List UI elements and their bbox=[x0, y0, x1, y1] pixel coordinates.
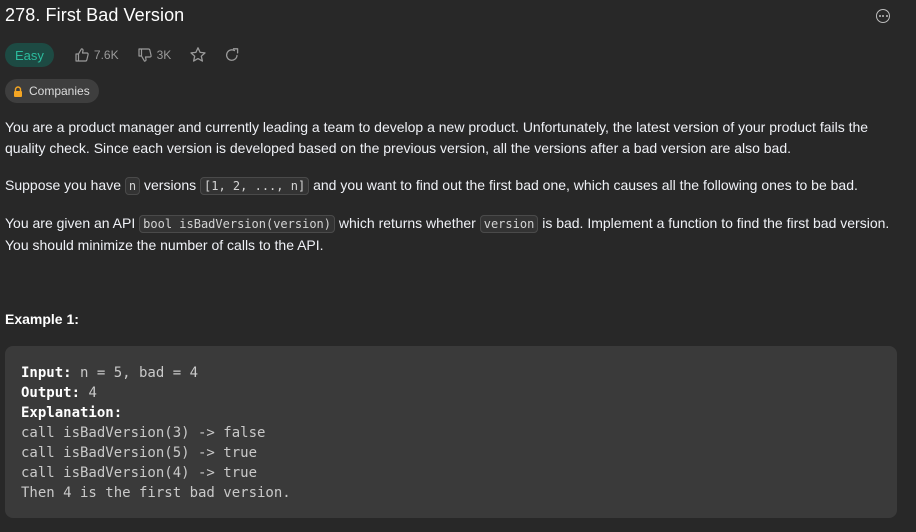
inline-code: version bbox=[479, 215, 539, 233]
more-icon[interactable] bbox=[876, 9, 890, 23]
example-explanation-line: call isBadVersion(5) -> true bbox=[21, 445, 258, 461]
inline-code: bool isBadVersion(version) bbox=[139, 215, 335, 233]
star-icon bbox=[190, 47, 206, 62]
thumbs-down-icon bbox=[137, 48, 152, 62]
statement-paragraph-2: Suppose you have n versions [1, 2, ..., … bbox=[5, 177, 858, 195]
example-explanation-line: call isBadVersion(3) -> false bbox=[21, 425, 266, 441]
problem-title[interactable]: 278. First Bad Version bbox=[5, 5, 184, 26]
example-output-line: Output: 4 bbox=[21, 385, 97, 401]
dislike-button[interactable]: 3K bbox=[137, 47, 172, 63]
statement-paragraph-1: You are a product manager and currently … bbox=[5, 119, 869, 156]
like-button[interactable]: 7.6K bbox=[74, 47, 119, 63]
example-title: Example 1: bbox=[5, 311, 79, 327]
lock-icon bbox=[14, 85, 22, 97]
difficulty-badge: Easy bbox=[5, 43, 54, 67]
share-icon bbox=[226, 48, 239, 61]
companies-tag[interactable]: Companies bbox=[5, 79, 99, 103]
example-explanation-line: call isBadVersion(4) -> true bbox=[21, 465, 258, 481]
example-code-block: Input: n = 5, bad = 4 Output: 4 Explanat… bbox=[5, 346, 897, 518]
example-explanation-line: Then 4 is the first bad version. bbox=[21, 485, 291, 501]
thumbs-up-icon bbox=[75, 48, 89, 62]
like-count: 7.6K bbox=[93, 48, 119, 62]
example-input-line: Input: n = 5, bad = 4 bbox=[21, 365, 199, 381]
problem-description-panel: 278. First Bad Version Easy 7.6K 3K Comp… bbox=[0, 0, 916, 532]
problem-statement: You are a product manager and currently … bbox=[5, 117, 905, 272]
favorite-button[interactable] bbox=[189, 46, 207, 64]
share-button[interactable] bbox=[224, 47, 240, 63]
example-explanation-label: Explanation: bbox=[21, 405, 123, 421]
companies-label: Companies bbox=[29, 84, 90, 98]
problem-meta-row: Easy 7.6K 3K bbox=[5, 42, 257, 68]
inline-code: n bbox=[124, 177, 141, 195]
dislike-count: 3K bbox=[156, 48, 172, 62]
inline-code: [1, 2, ..., n] bbox=[200, 177, 310, 195]
statement-paragraph-3: You are given an API bool isBadVersion(v… bbox=[5, 215, 890, 253]
